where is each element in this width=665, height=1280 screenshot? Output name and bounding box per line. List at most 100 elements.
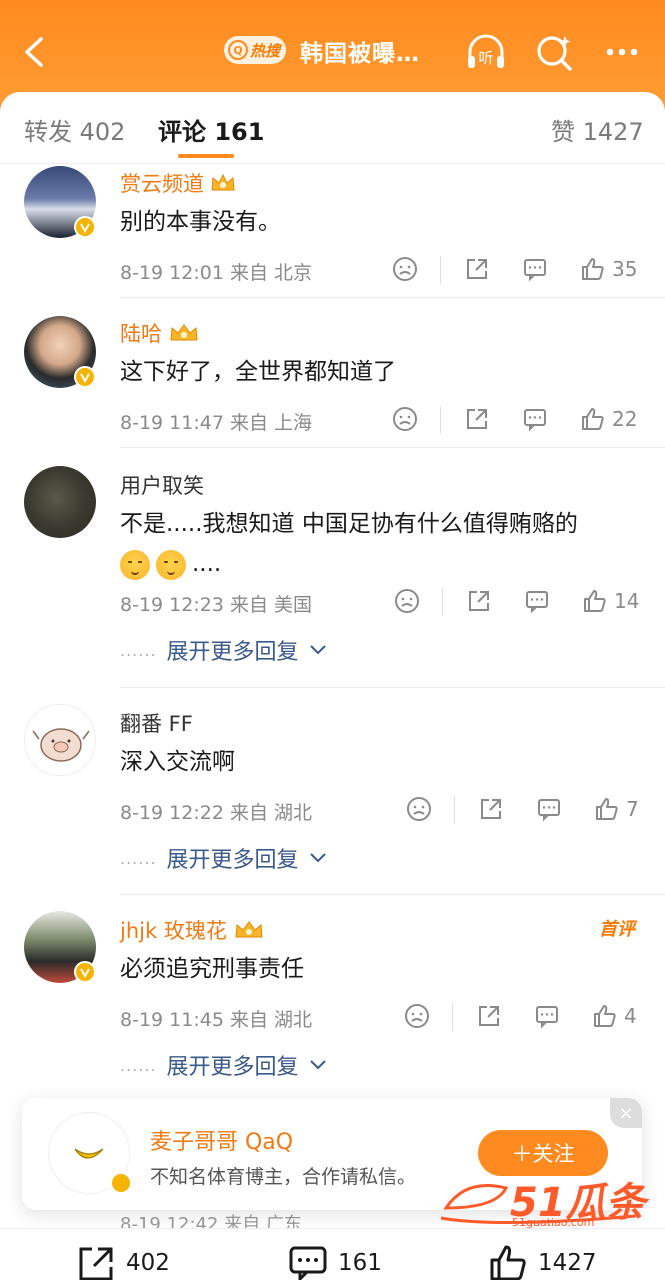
repost-button[interactable] — [464, 406, 490, 432]
comment-meta: 8-19 12:22 来自 湖北 — [120, 802, 313, 824]
thumbs-up-icon — [490, 1245, 526, 1280]
comment-icon — [524, 409, 546, 432]
comment-icon — [536, 1006, 558, 1029]
suggested-user-name[interactable]: 麦子哥哥 QaQ — [150, 1124, 293, 1156]
emoji-icon — [156, 549, 186, 580]
dislike-button[interactable] — [394, 588, 420, 614]
active-tab-indicator — [178, 154, 234, 158]
dislike-button[interactable] — [392, 256, 418, 282]
share-icon — [479, 1006, 499, 1026]
comment-text: 深入交流啊 — [120, 749, 235, 775]
verified-badge — [110, 1172, 132, 1194]
commenter-name[interactable]: 赏云频道 — [120, 168, 236, 198]
like-button[interactable]: 7 — [594, 796, 639, 822]
hot-search-tag[interactable]: Q 热搜 — [224, 36, 287, 64]
frown-face-icon — [405, 1004, 429, 1028]
dislike-button[interactable] — [406, 796, 432, 822]
chevron-down-icon — [309, 1060, 326, 1070]
ellipsis-dots: ...... — [120, 640, 157, 660]
share-icon — [469, 591, 489, 611]
expand-replies-label: 展开更多回复 — [166, 848, 299, 873]
verified-badge — [74, 216, 96, 238]
repost-button[interactable] — [466, 588, 492, 614]
tab-likes[interactable]: 赞 1427 — [551, 112, 644, 147]
thumbs-up-icon — [584, 590, 606, 612]
crown-icon — [235, 921, 263, 938]
expand-replies[interactable]: ...... 展开更多回复 — [120, 634, 327, 666]
comment-text: 别的本事没有。 — [120, 209, 281, 235]
comment-icon — [538, 799, 560, 822]
listen-button[interactable]: 听 — [462, 28, 510, 76]
bottom-repost-button[interactable]: 402 — [76, 1243, 170, 1280]
comment-meta: 8-19 11:45 来自 湖北 — [120, 1009, 313, 1031]
verified-icon — [80, 968, 90, 978]
comment-meta: 8-19 12:23 来自 美国 — [120, 594, 313, 616]
dislike-button[interactable] — [404, 1003, 430, 1029]
suggested-user-bio: 不知名体育博主，合作请私信。 — [150, 1166, 417, 1188]
reply-button[interactable] — [534, 1003, 560, 1029]
divider — [452, 1003, 453, 1031]
back-button[interactable] — [16, 30, 52, 74]
share-icon — [481, 799, 501, 819]
like-button[interactable]: 14 — [582, 588, 639, 614]
commenter-name[interactable]: jhjk 玫瑰花 — [120, 915, 265, 945]
expand-replies[interactable]: ...... 展开更多回复 — [120, 842, 327, 874]
close-popup-button[interactable]: × — [610, 1098, 642, 1128]
search-icon: Q — [228, 40, 248, 60]
comment-item: jhjk 玫瑰花 首评 必须追究刑事责任 8-19 11:45 来自 湖北 4 … — [0, 895, 665, 1100]
chevron-down-icon — [309, 853, 326, 863]
dislike-button[interactable] — [392, 406, 418, 432]
headphones-icon: 听 — [468, 34, 504, 68]
frown-face-icon — [393, 257, 417, 281]
repost-button[interactable] — [478, 796, 504, 822]
like-count: 7 — [626, 797, 639, 821]
first-comment-badge: 首评 — [599, 919, 635, 940]
like-button[interactable]: 22 — [580, 406, 637, 432]
reply-button[interactable] — [522, 256, 548, 282]
bottom-comment-button[interactable]: 161 — [288, 1243, 382, 1280]
chevron-down-icon — [309, 645, 326, 655]
expand-replies-label: 展开更多回复 — [166, 640, 299, 665]
tab-bar: 转发 402 评论 161 赞 1427 — [0, 92, 665, 164]
frown-face-icon — [407, 797, 431, 821]
comment-meta: 8-19 11:47 来自 上海 — [120, 412, 313, 434]
chevron-left-icon — [25, 37, 43, 67]
reply-button[interactable] — [536, 796, 562, 822]
comment-icon — [526, 591, 548, 614]
commenter-name[interactable]: 陆哈 — [120, 318, 200, 348]
tab-repost[interactable]: 转发 402 — [24, 112, 125, 147]
like-count: 22 — [612, 407, 638, 431]
commenter-name[interactable]: 用户取笑 — [120, 470, 204, 500]
verified-badge — [74, 366, 96, 388]
avatar[interactable] — [24, 466, 96, 538]
reply-button[interactable] — [524, 588, 550, 614]
like-count: 4 — [624, 1004, 637, 1028]
bottom-like-button[interactable]: 1427 — [488, 1243, 597, 1280]
search-button[interactable] — [530, 28, 578, 76]
avatar[interactable] — [24, 704, 96, 776]
comment-count: 161 — [338, 1250, 382, 1276]
thumbs-up-icon — [596, 798, 618, 820]
repost-button[interactable] — [464, 256, 490, 282]
like-count: 14 — [614, 589, 640, 613]
expand-replies-label: 展开更多回复 — [166, 1055, 299, 1080]
like-button[interactable]: 35 — [580, 256, 637, 282]
reply-button[interactable] — [522, 406, 548, 432]
emoji-icon — [120, 549, 150, 580]
tab-comments[interactable]: 评论 161 — [158, 112, 264, 147]
repost-button[interactable] — [476, 1003, 502, 1029]
thumbs-up-icon — [582, 258, 604, 280]
ellipsis-dots: ...... — [120, 1055, 157, 1075]
search-sparkle-icon — [537, 36, 572, 71]
expand-replies[interactable]: ...... 展开更多回复 — [120, 1049, 327, 1081]
like-count: 35 — [612, 257, 638, 281]
more-options-button[interactable] — [598, 28, 646, 76]
divider — [454, 796, 455, 824]
verified-icon — [80, 223, 90, 233]
page-title[interactable]: 韩国被曝… — [300, 34, 420, 68]
commenter-name[interactable]: 翻番 FF — [120, 708, 193, 738]
hot-search-label: 热搜 — [250, 41, 281, 60]
like-button[interactable]: 4 — [592, 1003, 637, 1029]
crown-icon — [170, 324, 198, 341]
like-count: 1427 — [538, 1250, 597, 1276]
